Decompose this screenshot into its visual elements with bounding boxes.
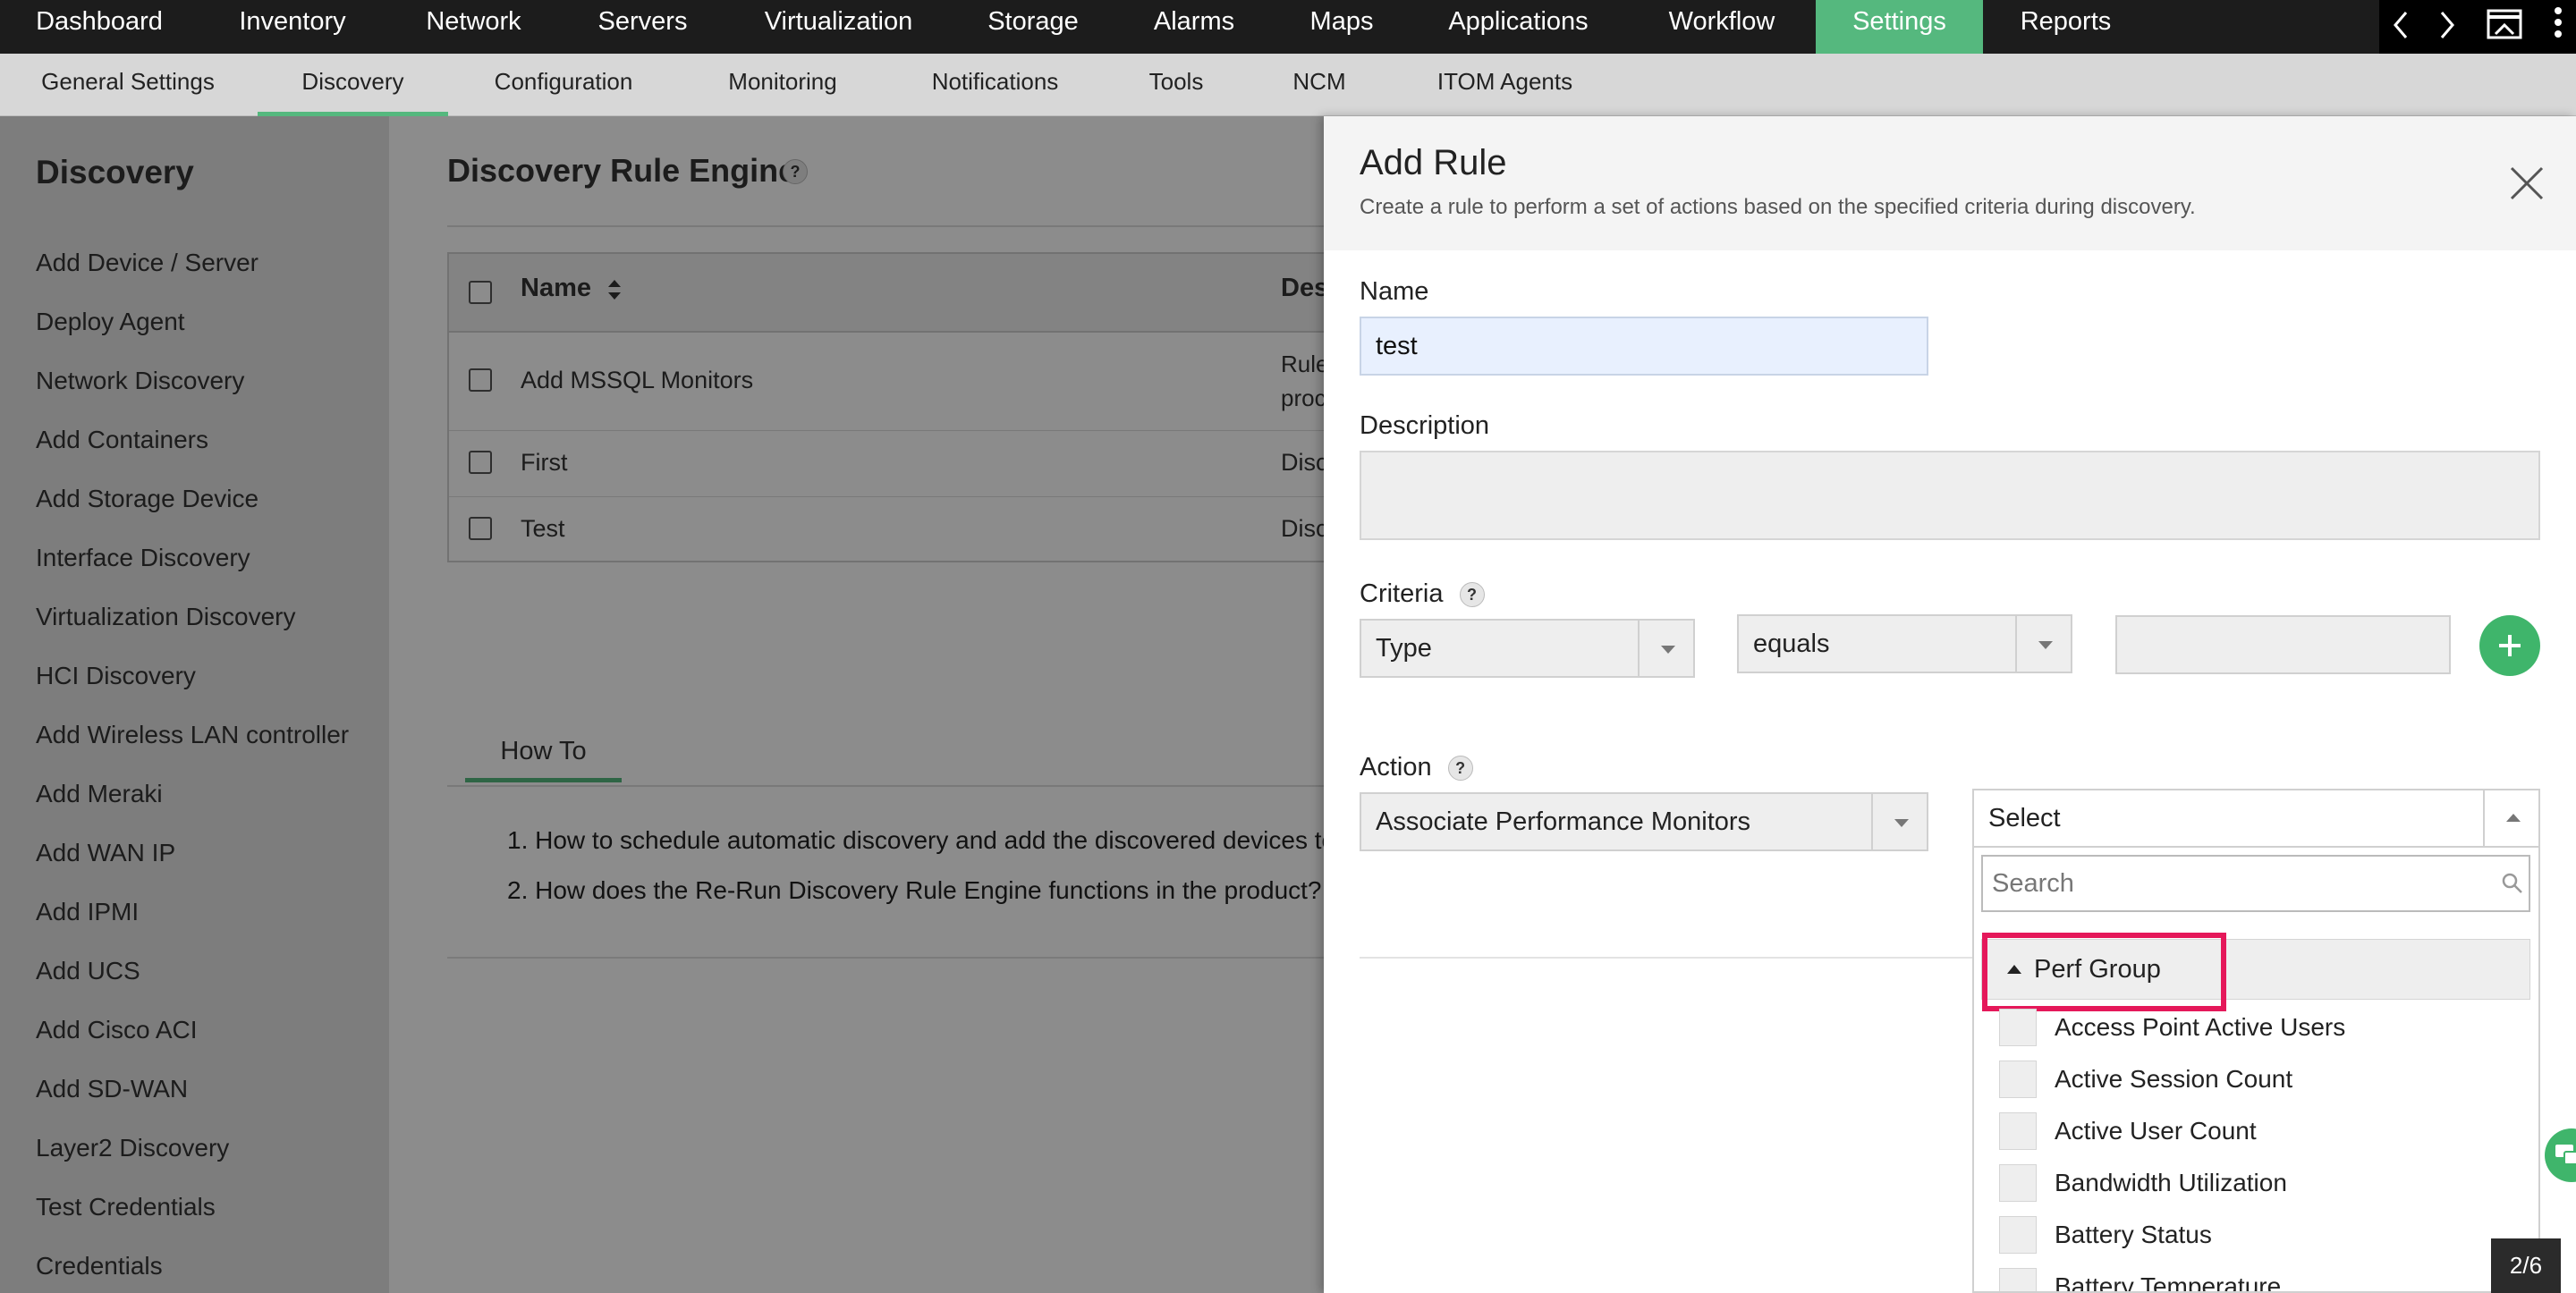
monitor-select-value: Select	[1988, 804, 2061, 832]
item-label: Active Session Count	[2055, 1065, 2293, 1093]
name-field[interactable]: test	[1360, 317, 1928, 376]
add-rule-panel: Add Rule Create a rule to perform a set …	[1324, 116, 2576, 1293]
item-label: Access Point Active Users	[2055, 1013, 2346, 1041]
chevron-up-icon	[2483, 790, 2538, 846]
checkbox[interactable]	[1999, 1061, 2037, 1098]
page-counter-badge[interactable]: 2/6	[2491, 1238, 2561, 1293]
item-label: Active User Count	[2055, 1117, 2257, 1145]
description-label: Description	[1360, 411, 1490, 440]
help-icon[interactable]: ?	[1447, 756, 1473, 782]
nav-alarms[interactable]: Alarms	[1114, 0, 1275, 54]
scroll-left-icon[interactable]	[2379, 0, 2424, 54]
nav-controls	[2379, 0, 2576, 54]
chat-icon	[2555, 1145, 2576, 1165]
criteria-operator-value: equals	[1753, 630, 1830, 658]
tab-discovery[interactable]: Discovery	[258, 54, 448, 116]
tab-monitoring[interactable]: Monitoring	[707, 54, 859, 116]
group-header-perf-group[interactable]: Perf Group	[1981, 933, 2530, 1011]
action-value: Associate Performance Monitors	[1376, 807, 1751, 836]
panel-title: Add Rule	[1360, 143, 1507, 182]
monitor-dropdown-list: Perf Group Access Point Active Users Act…	[1972, 848, 2540, 1293]
nav-workflow[interactable]: Workflow	[1628, 0, 1816, 54]
nav-inventory[interactable]: Inventory	[199, 0, 386, 54]
criteria-type-select[interactable]: Type	[1360, 619, 1695, 678]
criteria-type-value: Type	[1376, 634, 1432, 663]
tab-itom-agents[interactable]: ITOM Agents	[1422, 54, 1588, 116]
tab-notifications[interactable]: Notifications	[912, 54, 1078, 116]
nav-storage[interactable]: Storage	[953, 0, 1114, 54]
checkbox[interactable]	[1999, 1268, 2037, 1291]
item-label: Bandwidth Utilization	[2055, 1169, 2287, 1196]
nav-dashboard[interactable]: Dashboard	[0, 0, 199, 54]
checkbox[interactable]	[1999, 1009, 2037, 1046]
panel-subtitle: Create a rule to perform a set of action…	[1360, 195, 2196, 219]
add-criteria-button[interactable]	[2479, 615, 2540, 676]
checkbox[interactable]	[1999, 1112, 2037, 1150]
monitor-select[interactable]: Select	[1972, 789, 2540, 848]
criteria-value-field[interactable]	[2115, 615, 2451, 674]
tab-configuration[interactable]: Configuration	[474, 54, 653, 116]
modal-overlay[interactable]	[0, 116, 1324, 1293]
chevron-down-icon	[2015, 616, 2071, 672]
tab-general-settings[interactable]: General Settings	[25, 54, 231, 116]
chevron-down-icon	[1871, 794, 1927, 849]
name-label: Name	[1360, 277, 1429, 306]
more-menu-icon[interactable]	[2540, 0, 2576, 54]
scroll-right-icon[interactable]	[2424, 0, 2469, 54]
nav-virtualization[interactable]: Virtualization	[724, 0, 953, 54]
help-icon[interactable]: ?	[1459, 582, 1485, 608]
description-field[interactable]	[1360, 451, 2540, 540]
panel-header: Add Rule Create a rule to perform a set …	[1324, 116, 2576, 250]
settings-sub-navigation: General Settings Discovery Configuration…	[0, 54, 2576, 116]
search-icon	[2502, 873, 2522, 893]
action-select[interactable]: Associate Performance Monitors	[1360, 792, 1928, 851]
criteria-label: Criteria ?	[1360, 579, 1485, 609]
checkbox[interactable]	[1999, 1164, 2037, 1202]
nav-servers[interactable]: Servers	[561, 0, 724, 54]
top-navigation-bar: Dashboard Inventory Network Servers Virt…	[0, 0, 2576, 54]
nav-maps[interactable]: Maps	[1275, 0, 1409, 54]
highlight-box	[1982, 933, 2226, 1011]
search-box	[1981, 855, 2530, 912]
close-icon[interactable]	[2504, 161, 2549, 206]
chevron-down-icon	[1638, 621, 1693, 676]
checkbox[interactable]	[1999, 1216, 2037, 1254]
search-input[interactable]	[1983, 857, 2484, 910]
item-label: Battery Status	[2055, 1221, 2212, 1248]
tab-ncm[interactable]: NCM	[1279, 54, 1360, 116]
tab-tools[interactable]: Tools	[1136, 54, 1216, 116]
plus-icon	[2499, 635, 2521, 656]
item-label: Battery Temperature	[2055, 1272, 2282, 1293]
action-label: Action ?	[1360, 753, 1473, 782]
nav-network[interactable]: Network	[386, 0, 561, 54]
nav-reports[interactable]: Reports	[1983, 0, 2148, 54]
nav-settings[interactable]: Settings	[1816, 0, 1983, 54]
window-icon[interactable]	[2478, 0, 2531, 54]
criteria-operator-select[interactable]: equals	[1737, 614, 2072, 673]
nav-applications[interactable]: Applications	[1409, 0, 1628, 54]
chat-button[interactable]	[2545, 1128, 2576, 1182]
